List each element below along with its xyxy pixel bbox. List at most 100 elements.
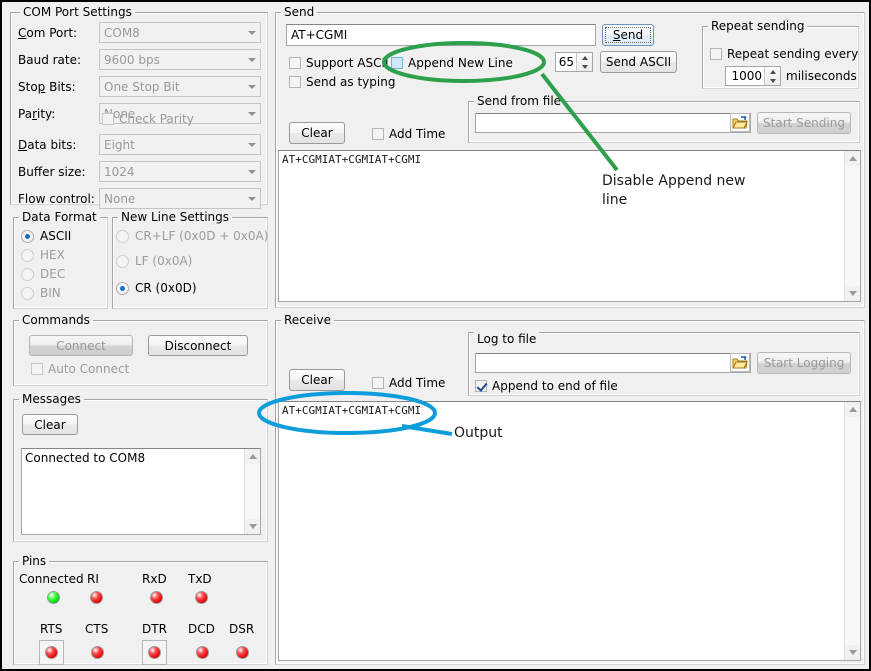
radio-bin-label: BIN bbox=[40, 286, 61, 300]
pin-led-connected bbox=[47, 591, 60, 604]
buffer-size-label: Buffer size: bbox=[18, 165, 86, 179]
scroll-down-icon[interactable] bbox=[845, 286, 860, 301]
radio-cr[interactable]: CR (0x0D) bbox=[116, 281, 197, 295]
append-new-line-checkbox[interactable]: Append New Line bbox=[391, 56, 513, 70]
data-bits-label: Data bits: bbox=[18, 138, 76, 152]
messages-scrollbar[interactable] bbox=[244, 449, 260, 534]
baud-rate-select[interactable]: 9600 bps bbox=[99, 49, 261, 70]
buffer-size-value: 1024 bbox=[100, 165, 243, 179]
com-port-select[interactable]: COM8 bbox=[99, 22, 261, 43]
scroll-up-icon[interactable] bbox=[845, 402, 860, 417]
scroll-up-icon[interactable] bbox=[245, 449, 260, 464]
receive-add-time-checkbox[interactable]: Add Time bbox=[372, 376, 445, 390]
spinner-buttons[interactable] bbox=[576, 53, 592, 71]
checkbox-box bbox=[372, 377, 384, 389]
send-command-value: AT+CGMI bbox=[291, 28, 347, 42]
messages-clear-button[interactable]: Clear bbox=[22, 414, 78, 435]
baud-rate-value: 9600 bps bbox=[100, 53, 243, 67]
checkbox-box bbox=[31, 363, 43, 375]
send-ascii-label: Send ASCII bbox=[606, 55, 671, 69]
scroll-up-icon[interactable] bbox=[845, 151, 860, 166]
chevron-down-icon bbox=[243, 162, 260, 181]
radio-circle bbox=[21, 287, 34, 300]
send-as-typing-checkbox[interactable]: Send as typing bbox=[289, 75, 395, 89]
com-port-label: Com Port: bbox=[18, 26, 77, 40]
pins-title: Pins bbox=[19, 554, 49, 568]
disconnect-button-label: Disconnect bbox=[165, 339, 232, 353]
spinner-down-icon[interactable] bbox=[765, 76, 780, 85]
chevron-down-icon bbox=[243, 77, 260, 96]
radio-lf[interactable]: LF (0x0A) bbox=[116, 254, 192, 268]
radio-dec[interactable]: DEC bbox=[21, 267, 65, 281]
check-parity-label: Check Parity bbox=[119, 112, 194, 126]
data-bits-select[interactable]: Eight bbox=[99, 134, 261, 155]
start-sending-button[interactable]: Start Sending bbox=[757, 112, 851, 134]
send-log-scrollbar[interactable] bbox=[844, 151, 860, 301]
flow-control-label: Flow control: bbox=[18, 192, 95, 206]
repeat-units-label: miliseconds bbox=[786, 69, 857, 83]
pin-label-rts: RTS bbox=[40, 622, 62, 636]
radio-circle bbox=[116, 230, 129, 243]
radio-ascii[interactable]: ASCII bbox=[21, 229, 71, 243]
scroll-down-icon[interactable] bbox=[845, 645, 860, 660]
ascii-code-spinner[interactable]: 65 bbox=[555, 52, 593, 72]
pin-label-ri: RI bbox=[87, 572, 99, 586]
receive-clear-label: Clear bbox=[301, 373, 332, 387]
receive-output-area[interactable]: AT+CGMIAT+CGMIAT+CGMI bbox=[278, 401, 861, 661]
checkbox-box bbox=[289, 57, 301, 69]
spinner-up-icon[interactable] bbox=[765, 67, 780, 76]
stop-bits-value: One Stop Bit bbox=[100, 80, 243, 94]
stop-bits-select[interactable]: One Stop Bit bbox=[99, 76, 261, 97]
scroll-down-icon[interactable] bbox=[245, 519, 260, 534]
auto-connect-checkbox[interactable]: Auto Connect bbox=[31, 362, 129, 376]
send-clear-button[interactable]: Clear bbox=[289, 122, 345, 144]
repeat-interval-value: 1000 bbox=[726, 67, 764, 85]
send-command-input[interactable]: AT+CGMI bbox=[286, 24, 596, 46]
send-add-time-label: Add Time bbox=[389, 127, 445, 141]
send-ascii-button[interactable]: Send ASCII bbox=[600, 51, 677, 73]
spinner-down-icon[interactable] bbox=[577, 62, 592, 71]
pin-label-dtr: DTR bbox=[142, 622, 167, 636]
repeat-interval-spinner[interactable]: 1000 bbox=[725, 66, 781, 86]
send-file-browse-button[interactable] bbox=[730, 113, 750, 132]
radio-lf-label: LF (0x0A) bbox=[135, 254, 192, 268]
disconnect-button[interactable]: Disconnect bbox=[148, 335, 248, 356]
radio-bin[interactable]: BIN bbox=[21, 286, 61, 300]
radio-hex[interactable]: HEX bbox=[21, 248, 65, 262]
log-file-path-input[interactable] bbox=[475, 353, 751, 373]
append-to-end-of-file-checkbox[interactable]: Append to end of file bbox=[475, 379, 618, 393]
pin-label-txd: TxD bbox=[188, 572, 212, 586]
com-port-settings-title: COM Port Settings bbox=[20, 5, 135, 19]
send-as-typing-label: Send as typing bbox=[306, 75, 395, 89]
radio-circle bbox=[21, 268, 34, 281]
send-file-path-input[interactable] bbox=[475, 113, 751, 133]
pin-led-txd bbox=[195, 591, 208, 604]
receive-scrollbar[interactable] bbox=[844, 402, 860, 660]
radio-crlf-label: CR+LF (0x0D + 0x0A) bbox=[135, 229, 268, 243]
send-log-area[interactable]: AT+CGMIAT+CGMIAT+CGMI bbox=[278, 150, 861, 302]
send-add-time-checkbox[interactable]: Add Time bbox=[372, 127, 445, 141]
check-parity-checkbox[interactable]: Check Parity bbox=[102, 112, 194, 126]
disable-append-annotation-text: Disable Append new line bbox=[602, 172, 752, 210]
repeat-sending-checkbox[interactable]: Repeat sending every bbox=[710, 47, 858, 61]
radio-crlf[interactable]: CR+LF (0x0D + 0x0A) bbox=[116, 229, 268, 243]
pin-label-dsr: DSR bbox=[229, 622, 254, 636]
chevron-down-icon bbox=[243, 135, 260, 154]
spinner-buttons[interactable] bbox=[764, 67, 780, 85]
messages-log-area[interactable]: Connected to COM8 bbox=[21, 448, 261, 535]
connect-button[interactable]: Connect bbox=[29, 335, 133, 356]
send-button[interactable]: Send bbox=[602, 24, 654, 46]
support-ascii-checkbox[interactable]: Support ASCII bbox=[289, 56, 389, 70]
chevron-down-icon bbox=[243, 104, 260, 123]
start-logging-button[interactable]: Start Logging bbox=[757, 352, 851, 374]
spinner-up-icon[interactable] bbox=[577, 53, 592, 62]
receive-clear-button[interactable]: Clear bbox=[289, 369, 345, 391]
log-file-browse-button[interactable] bbox=[730, 353, 750, 372]
checkbox-box bbox=[289, 76, 301, 88]
repeat-sending-title: Repeat sending bbox=[708, 19, 807, 33]
buffer-size-select[interactable]: 1024 bbox=[99, 161, 261, 182]
radio-circle bbox=[21, 230, 34, 243]
flow-control-select[interactable]: None bbox=[99, 188, 261, 209]
log-to-file-title: Log to file bbox=[474, 332, 539, 346]
pin-label-dcd: DCD bbox=[188, 622, 215, 636]
